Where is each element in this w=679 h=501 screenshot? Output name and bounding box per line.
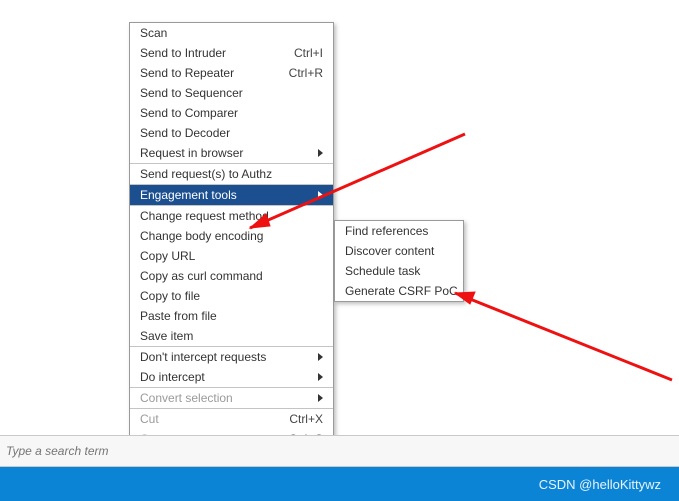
menu-item[interactable]: Send to Decoder [130, 123, 333, 143]
menu-item[interactable]: Send to Comparer [130, 103, 333, 123]
menu-item-label: Send to Comparer [140, 103, 238, 123]
menu-item[interactable]: Scan [130, 23, 333, 43]
menu-item[interactable]: Engagement tools [130, 185, 333, 205]
menu-item[interactable]: Send request(s) to Authz [130, 164, 333, 184]
menu-item-label: Send to Repeater [140, 63, 234, 83]
submenu-arrow-icon [318, 353, 323, 361]
menu-item-label: Send to Sequencer [140, 83, 243, 103]
menu-item[interactable]: Copy URL [130, 246, 333, 266]
menu-item-label: Cut [140, 409, 159, 429]
menu-item[interactable]: Do intercept [130, 367, 333, 387]
menu-item-label: Copy to file [140, 286, 200, 306]
menu-item-label: Paste from file [140, 306, 217, 326]
menu-item-label: Change request method [140, 206, 269, 226]
menu-item[interactable]: Copy as curl command [130, 266, 333, 286]
menu-item-label: Save item [140, 326, 193, 346]
menu-item[interactable]: Save item [130, 326, 333, 346]
menu-item-label: Copy as curl command [140, 266, 263, 286]
menu-item-label: Request in browser [140, 143, 243, 163]
submenu-item[interactable]: Schedule task [335, 261, 463, 281]
submenu-arrow-icon [318, 149, 323, 157]
menu-item-label: Send to Decoder [140, 123, 230, 143]
status-bar: CSDN @helloKittywz [0, 467, 679, 501]
submenu-item-label: Generate CSRF PoC [345, 281, 458, 301]
watermark-text: CSDN @helloKittywz [539, 477, 661, 492]
menu-item[interactable]: Send to Sequencer [130, 83, 333, 103]
menu-item[interactable]: Change request method [130, 206, 333, 226]
menu-item[interactable]: Send to Intruder Ctrl+I [130, 43, 333, 63]
submenu-item-label: Schedule task [345, 261, 420, 281]
menu-item-label: Copy URL [140, 246, 195, 266]
menu-item[interactable]: Copy to file [130, 286, 333, 306]
menu-item-label: Send to Intruder [140, 43, 226, 63]
submenu-arrow-icon [318, 394, 323, 402]
menu-item-label: Engagement tools [140, 185, 237, 205]
menu-item-label: Don't intercept requests [140, 347, 266, 367]
menu-item-shortcut: Ctrl+X [289, 409, 323, 429]
search-input[interactable] [6, 440, 146, 462]
menu-item[interactable]: Change body encoding [130, 226, 333, 246]
menu-item-shortcut: Ctrl+R [289, 63, 323, 83]
menu-item-label: Send request(s) to Authz [140, 164, 272, 184]
submenu-item-label: Find references [345, 221, 428, 241]
search-bar [0, 435, 679, 467]
submenu-arrow-icon [318, 191, 323, 199]
menu-item[interactable]: Send to Repeater Ctrl+R [130, 63, 333, 83]
bottom-area: CSDN @helloKittywz [0, 435, 679, 501]
menu-item-shortcut: Ctrl+I [294, 43, 323, 63]
menu-item-label: Convert selection [140, 388, 233, 408]
submenu-arrow-icon [318, 373, 323, 381]
submenu-item[interactable]: Generate CSRF PoC [335, 281, 463, 301]
menu-item-label: Scan [140, 23, 167, 43]
menu-item-label: Change body encoding [140, 226, 263, 246]
menu-item[interactable]: Don't intercept requests [130, 347, 333, 367]
menu-item: Convert selection [130, 388, 333, 408]
screenshot-stage: ScanSend to IntruderCtrl+ISend to Repeat… [0, 0, 679, 501]
submenu-item-label: Discover content [345, 241, 434, 261]
submenu-item[interactable]: Find references [335, 221, 463, 241]
menu-item[interactable]: Paste from file [130, 306, 333, 326]
context-menu[interactable]: ScanSend to IntruderCtrl+ISend to Repeat… [129, 22, 334, 501]
menu-item: Cut Ctrl+X [130, 409, 333, 429]
menu-item-label: Do intercept [140, 367, 205, 387]
engagement-tools-submenu[interactable]: Find referencesDiscover contentSchedule … [334, 220, 464, 302]
menu-item[interactable]: Request in browser [130, 143, 333, 163]
submenu-item[interactable]: Discover content [335, 241, 463, 261]
